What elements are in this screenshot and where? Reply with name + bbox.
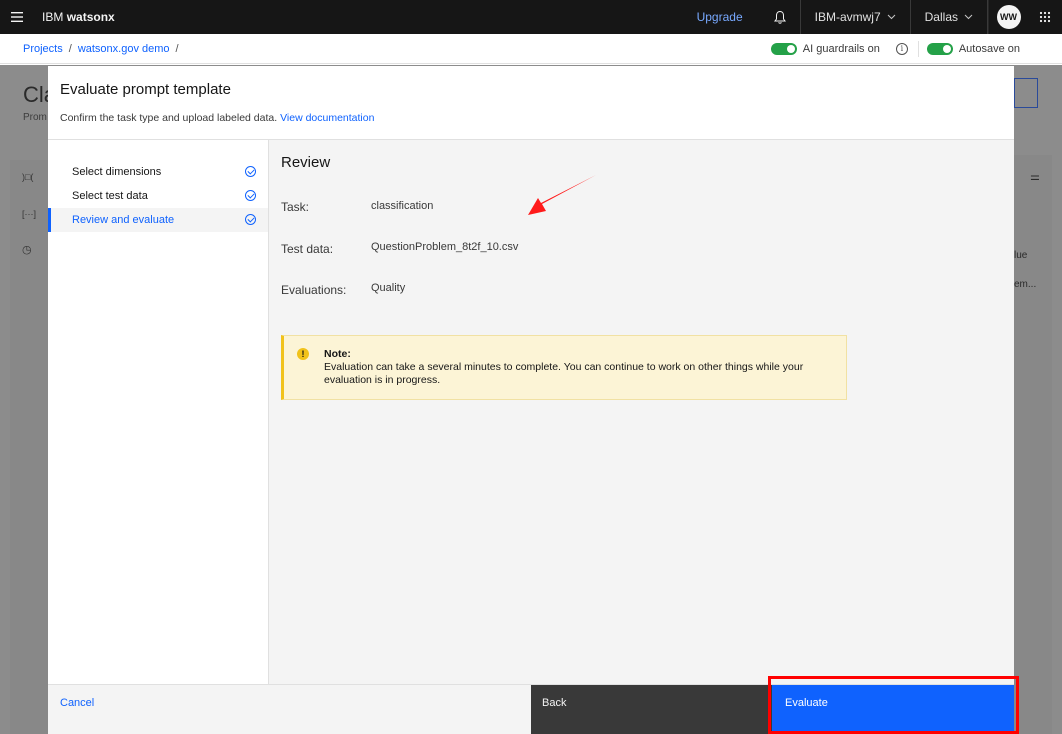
brackets-icon: [···]	[22, 209, 36, 219]
menu-icon	[11, 12, 23, 22]
step-label: Select dimensions	[72, 166, 162, 178]
user-menu-button[interactable]: WW	[988, 0, 1028, 34]
notifications-button[interactable]	[761, 0, 801, 34]
breadcrumb-bar: Projects / watsonx.gov demo / AI guardra…	[0, 34, 1062, 64]
progress-steps: Select dimensions Select test data Revie…	[48, 140, 269, 684]
modal-footer: Cancel Back Evaluate	[48, 684, 1014, 734]
menu-button[interactable]	[0, 0, 34, 34]
step-select-test-data[interactable]: Select test data	[48, 184, 268, 208]
evaluate-button[interactable]: Evaluate	[772, 685, 1014, 734]
step-review-and-evaluate[interactable]: Review and evaluate	[48, 208, 268, 232]
toggle-switch[interactable]	[926, 42, 953, 55]
app-switcher-icon	[1039, 11, 1051, 23]
chevron-down-icon	[887, 14, 895, 20]
brand-prefix: IBM	[42, 10, 64, 24]
variables-icon: )□(	[22, 172, 34, 182]
upgrade-link[interactable]: Upgrade	[679, 0, 761, 34]
region-switcher[interactable]: Dallas	[911, 0, 988, 34]
background-right-panel	[1014, 155, 1052, 734]
bell-icon	[774, 10, 787, 24]
evaluations-label: Evaluations:	[281, 283, 347, 297]
avatar: WW	[996, 5, 1021, 29]
modal-description-text: Confirm the task type and upload labeled…	[60, 112, 278, 124]
evaluations-value: Quality	[371, 282, 406, 294]
breadcrumb-separator: /	[175, 42, 179, 55]
view-documentation-link[interactable]: View documentation	[280, 112, 374, 124]
task-label: Task:	[281, 200, 310, 214]
top-header: IBM watsonx Upgrade IBM-avmwj7 Dallas WW	[0, 0, 1062, 34]
review-panel: Review Task: classification Test data: Q…	[269, 140, 1014, 684]
task-value: classification	[371, 200, 434, 212]
evaluate-modal: Evaluate prompt template Confirm the tas…	[48, 66, 1014, 734]
checkmark-circle-icon	[245, 214, 256, 225]
modal-description: Confirm the task type and upload labeled…	[60, 112, 374, 124]
cancel-button[interactable]: Cancel	[60, 697, 94, 709]
autosave-toggle[interactable]: Autosave on	[926, 42, 1020, 55]
brand-name: watsonx	[66, 10, 115, 24]
ai-guardrails-toggle[interactable]: AI guardrails on	[770, 42, 880, 55]
settings-sliders-icon: ⚌	[1030, 171, 1040, 183]
step-select-dimensions[interactable]: Select dimensions	[48, 160, 268, 184]
info-icon[interactable]: i	[895, 42, 908, 55]
checkmark-circle-icon	[245, 190, 256, 201]
modal-header: Evaluate prompt template Confirm the tas…	[48, 66, 1014, 140]
note-title: Note:	[324, 348, 351, 360]
ai-guardrails-label: AI guardrails on	[802, 42, 880, 55]
annotation-arrow-icon	[528, 175, 596, 215]
background-dropdown	[1014, 78, 1038, 108]
history-icon: ◷	[22, 244, 32, 256]
warning-notification: ! Note: Evaluation can take a several mi…	[281, 335, 847, 400]
checkmark-circle-icon	[245, 166, 256, 177]
step-label: Review and evaluate	[72, 214, 175, 226]
breadcrumb: Projects / watsonx.gov demo /	[23, 43, 185, 55]
background-column-header: lue	[1014, 250, 1028, 261]
region-name: Dallas	[924, 10, 958, 24]
test-data-label: Test data:	[281, 242, 334, 256]
note-body: Evaluation can take a several minutes to…	[324, 361, 804, 386]
account-name: IBM-avmwj7	[814, 10, 881, 24]
modal-title: Evaluate prompt template	[60, 81, 231, 98]
divider	[917, 40, 919, 57]
back-button[interactable]: Back	[531, 685, 772, 734]
brand-logo[interactable]: IBM watsonx	[42, 10, 115, 24]
autosave-label: Autosave on	[958, 42, 1020, 55]
background-cell: em...	[1014, 279, 1037, 290]
chevron-down-icon	[964, 14, 973, 20]
app-switcher-button[interactable]	[1028, 0, 1062, 34]
breadcrumb-project[interactable]: watsonx.gov demo	[78, 43, 170, 55]
test-data-value: QuestionProblem_8t2f_10.csv	[371, 241, 519, 253]
warning-icon: !	[297, 348, 309, 360]
breadcrumb-separator: /	[68, 42, 72, 55]
toggle-switch[interactable]	[770, 42, 797, 55]
account-switcher[interactable]: IBM-avmwj7	[801, 0, 911, 34]
background-page-subtitle: Prom	[23, 112, 47, 123]
breadcrumb-projects[interactable]: Projects	[23, 43, 63, 55]
step-label: Select test data	[72, 190, 148, 202]
review-title: Review	[281, 154, 331, 171]
